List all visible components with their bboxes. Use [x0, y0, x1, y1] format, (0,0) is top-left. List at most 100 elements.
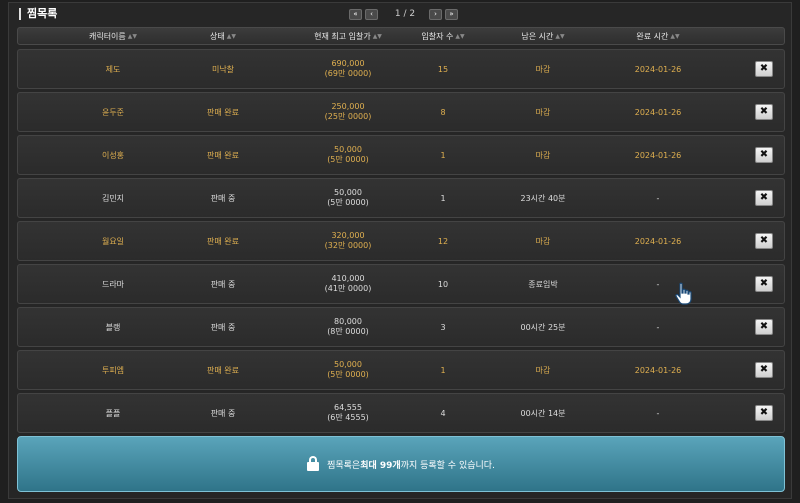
notice-limit: 최대 99개 [360, 460, 401, 471]
pagination: « ‹ 1 / 2 › » [349, 7, 461, 21]
completed-time: - [656, 193, 660, 203]
header-remaining-time[interactable]: 남은 시간 ▲▼ [488, 28, 598, 44]
table-row[interactable]: 드라마 판매 중 410,000 (41만 0000) 10 종료임박 - ✖ [17, 264, 785, 304]
completed-time: - [656, 408, 660, 418]
sort-icon: ▲▼ [372, 32, 382, 40]
completed-time: 2024-01-26 [634, 150, 682, 160]
bidder-count: 1 [440, 150, 446, 160]
delete-button[interactable]: ✖ [755, 405, 773, 421]
status: 판매 완료 [207, 365, 239, 375]
table-row[interactable]: 제도 미낙찰 690,000 (69만 0000) 15 마감 2024-01-2… [17, 49, 785, 89]
status: 판매 완료 [207, 236, 239, 246]
delete-button[interactable]: ✖ [755, 276, 773, 292]
bidder-count: 4 [440, 408, 446, 418]
delete-button[interactable]: ✖ [755, 147, 773, 163]
character-name: 제도 [105, 64, 121, 74]
double-chevron-right-icon: » [449, 9, 454, 18]
next-page-button[interactable]: › [429, 8, 442, 20]
header-bidder-count[interactable]: 입찰자 수 ▲▼ [388, 28, 498, 44]
close-icon: ✖ [759, 149, 769, 160]
header-completed-time[interactable]: 완료 시간 ▲▼ [593, 28, 723, 44]
sort-icon: ▲▼ [455, 32, 465, 40]
remaining-time: 00시간 14분 [520, 408, 566, 418]
close-icon: ✖ [759, 63, 769, 74]
table-row[interactable]: 이성홍 판매 완료 50,000 (5만 0000) 1 마감 2024-01-2… [17, 135, 785, 175]
completed-time: 2024-01-26 [634, 64, 682, 74]
completed-time: 2024-01-26 [634, 107, 682, 117]
completed-time: 2024-01-26 [634, 365, 682, 375]
lock-icon [307, 456, 320, 471]
wishlist-table: 제도 미낙찰 690,000 (69만 0000) 15 마감 2024-01-2… [17, 49, 785, 436]
character-name: 이성홍 [101, 150, 125, 160]
close-icon: ✖ [759, 192, 769, 203]
sort-icon: ▲▼ [555, 32, 565, 40]
status: 미낙찰 [211, 64, 235, 74]
completed-time: - [656, 322, 660, 332]
character-name: 월요일 [101, 236, 125, 246]
wishlist-panel: 찜목록 « ‹ 1 / 2 › » 캐릭터이름 ▲▼ 상태 ▲▼ 현재 최고 입찰가… [8, 2, 792, 499]
bidder-count: 12 [437, 236, 449, 246]
character-name: 윤두준 [101, 107, 125, 117]
notice-prefix: 찜목록은 [327, 460, 361, 471]
bidder-count: 8 [440, 107, 446, 117]
first-page-button[interactable]: « [349, 8, 362, 20]
close-icon: ✖ [759, 278, 769, 289]
wishlist-limit-notice: 찜목록은 최대 99개 까지 등록할 수 있습니다. [17, 436, 785, 492]
bidder-count: 3 [440, 322, 446, 332]
chevron-right-icon: › [434, 9, 437, 18]
character-name: 김민지 [101, 193, 125, 203]
character-name: 블랭 [105, 322, 121, 332]
close-icon: ✖ [759, 235, 769, 246]
status: 판매 중 [210, 408, 236, 418]
hand-pointer-icon [675, 282, 692, 305]
table-row[interactable]: 투피엠 판매 완료 50,000 (5만 0000) 1 마감 2024-01-2… [17, 350, 785, 390]
completed-time: 2024-01-26 [634, 236, 682, 246]
completed-time: - [656, 279, 660, 289]
delete-button[interactable]: ✖ [755, 233, 773, 249]
delete-button[interactable]: ✖ [755, 104, 773, 120]
page-indicator: 1 / 2 [394, 9, 416, 19]
close-icon: ✖ [759, 106, 769, 117]
header-character-name[interactable]: 캐릭터이름 ▲▼ [38, 28, 188, 44]
delete-button[interactable]: ✖ [755, 319, 773, 335]
sort-icon: ▲▼ [127, 32, 138, 40]
remaining-time: 종료임박 [528, 279, 558, 289]
remaining-time: 23시간 40분 [520, 193, 566, 203]
status: 판매 중 [210, 193, 236, 203]
prev-page-button[interactable]: ‹ [365, 8, 378, 20]
bidder-count: 1 [440, 193, 446, 203]
status: 판매 완료 [207, 150, 239, 160]
status: 판매 완료 [207, 107, 239, 117]
status: 판매 중 [210, 279, 236, 289]
character-name: 투피엠 [101, 365, 125, 375]
sort-icon: ▲▼ [670, 32, 680, 40]
close-icon: ✖ [759, 407, 769, 418]
table-row[interactable]: 월요일 판매 완료 320,000 (32만 0000) 12 마감 2024-0… [17, 221, 785, 261]
status: 판매 중 [210, 322, 236, 332]
character-name: 플플 [105, 408, 121, 418]
header-status[interactable]: 상태 ▲▼ [168, 28, 278, 44]
page-title: 찜목록 [19, 8, 57, 20]
table-row[interactable]: 플플 판매 중 64,555 (6만 4555) 4 00시간 14분 - ✖ [17, 393, 785, 433]
remaining-time: 마감 [535, 365, 551, 375]
last-page-button[interactable]: » [445, 8, 458, 20]
character-name: 드라마 [101, 279, 125, 289]
remaining-time: 마감 [535, 150, 551, 160]
delete-button[interactable]: ✖ [755, 362, 773, 378]
bidder-count: 15 [437, 64, 449, 74]
table-header: 캐릭터이름 ▲▼ 상태 ▲▼ 현재 최고 입찰가 ▲▼ 입찰자 수 ▲▼ 남은 시간 ▲▼… [17, 27, 785, 45]
bidder-count: 1 [440, 365, 446, 375]
delete-button[interactable]: ✖ [755, 190, 773, 206]
chevron-left-icon: ‹ [370, 9, 373, 18]
table-row[interactable]: 김민지 판매 중 50,000 (5만 0000) 1 23시간 40분 - ✖ [17, 178, 785, 218]
remaining-time: 마감 [535, 236, 551, 246]
notice-suffix: 까지 등록할 수 있습니다. [400, 460, 495, 471]
delete-button[interactable]: ✖ [755, 61, 773, 77]
table-row[interactable]: 블랭 판매 중 80,000 (8만 0000) 3 00시간 25분 - ✖ [17, 307, 785, 347]
table-row[interactable]: 윤두준 판매 완료 250,000 (25만 0000) 8 마감 2024-01… [17, 92, 785, 132]
sort-icon: ▲▼ [226, 32, 236, 40]
double-chevron-left-icon: « [353, 9, 358, 18]
remaining-time: 00시간 25분 [520, 322, 566, 332]
remaining-time: 마감 [535, 64, 551, 74]
bidder-count: 10 [437, 279, 449, 289]
